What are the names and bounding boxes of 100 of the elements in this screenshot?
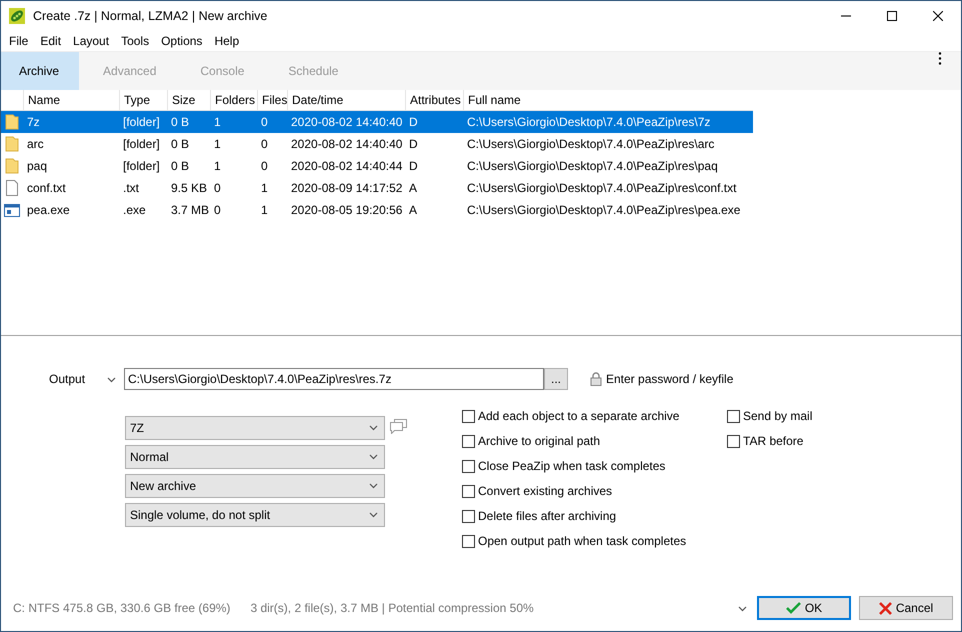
table-cell: 0 <box>214 203 221 217</box>
file-row[interactable]: arc [folder] 0 B 1 0 2020-08-02 14:40:40 D C:\Users\Giorgio\Desktop\7.4.0\PeaZip\res\arc <box>1 133 753 155</box>
password-link[interactable]: Enter password / keyfile <box>590 372 734 386</box>
option-label: Close PeaZip when task completes <box>478 459 666 473</box>
table-cell: .txt <box>123 181 140 195</box>
table-cell: 1 <box>214 137 221 151</box>
table-cell: 1 <box>261 181 268 195</box>
table-cell: 0 B <box>171 115 190 129</box>
selection-summary: 3 dir(s), 2 file(s), 3.7 MB | Potential compression 50% <box>250 601 534 615</box>
dropdown[interactable]: 7Z <box>125 416 385 440</box>
table-cell: 0 B <box>171 159 190 173</box>
table-cell: 2020-08-09 14:17:52 <box>291 181 402 195</box>
chevron-icon <box>107 377 116 383</box>
menu-item[interactable]: Help <box>208 34 246 48</box>
output-label: Output <box>49 372 86 386</box>
file-row[interactable]: conf.txt .txt 9.5 KB 0 1 2020-08-09 14:17:52 A C:\Users\Giorgio\Desktop\7.4.0\PeaZip\res\conf.txt <box>1 177 753 199</box>
menu-item[interactable]: Edit <box>34 34 68 48</box>
table-cell: D <box>409 159 418 173</box>
column-header[interactable]: Type <box>119 90 167 110</box>
table-cell: A <box>409 203 418 217</box>
cancel-button[interactable]: Cancel <box>859 596 953 620</box>
checkbox[interactable] <box>462 410 475 422</box>
output-path-field[interactable]: C:\Users\Giorgio\Desktop\7.4.0\PeaZip\res\res.7z <box>124 368 544 390</box>
option-label: Convert existing archives <box>478 484 612 498</box>
menu-item[interactable]: Options <box>155 34 208 48</box>
table-cell: 0 <box>261 159 268 173</box>
checkbox[interactable] <box>462 510 475 522</box>
dropdown[interactable]: Normal <box>125 445 385 469</box>
app-logo-icon <box>9 8 25 24</box>
table-cell: D <box>409 137 418 151</box>
dropdown[interactable]: Single volume, do not split <box>125 503 385 527</box>
lock-icon <box>590 372 602 386</box>
option-label: Open output path when task completes <box>478 534 686 548</box>
file-row[interactable]: pea.exe .exe 3.7 MB 0 1 2020-08-05 19:20:56 A C:\Users\Giorgio\Desktop\7.4.0\PeaZip\res\pea.exe <box>1 199 753 221</box>
ok-button[interactable]: OK <box>757 596 851 620</box>
column-header[interactable]: Files <box>257 90 287 110</box>
checkbox[interactable] <box>462 484 475 498</box>
table-cell: 2020-08-02 14:40:44 <box>291 159 402 173</box>
checkmark-icon <box>786 602 801 614</box>
table-cell: C:\Users\Giorgio\Desktop\7.4.0\PeaZip\res\arc <box>467 137 714 151</box>
checkbox[interactable] <box>727 410 740 422</box>
menu-item[interactable]: File <box>3 34 34 48</box>
table-cell: 2020-08-02 14:40:40 <box>291 115 402 129</box>
checkbox[interactable] <box>727 434 740 448</box>
checkbox[interactable] <box>462 460 475 472</box>
table-cell: 3.7 MB <box>171 203 210 217</box>
option-label: Send by mail <box>743 409 812 423</box>
program-icon <box>4 204 20 216</box>
table-cell: 0 <box>214 181 221 195</box>
window-title: Create .7z | Normal, LZMA2 | New archive <box>33 9 268 23</box>
table-cell: 2020-08-02 14:40:40 <box>291 137 402 151</box>
close-icon <box>933 11 943 21</box>
table-cell: conf.txt <box>27 181 66 195</box>
tab[interactable]: Archive <box>1 52 80 90</box>
table-cell: pea.exe <box>27 203 70 217</box>
cross-icon <box>878 602 892 614</box>
table-cell: arc <box>27 137 44 151</box>
table-cell: 7z <box>27 115 40 129</box>
folder-icon <box>5 158 19 174</box>
table-cell: 1 <box>214 115 221 129</box>
chevron-icon <box>369 483 378 489</box>
option-label: Archive to original path <box>478 434 600 448</box>
table-cell: [folder] <box>123 137 160 151</box>
column-header[interactable]: Folders <box>210 90 257 110</box>
file-row[interactable]: 7z [folder] 0 B 1 0 2020-08-02 14:40:40 D C:\Users\Giorgio\Desktop\7.4.0\PeaZip\res\7z <box>1 111 753 133</box>
column-header[interactable]: Attributes <box>405 90 463 110</box>
option-label: Add each object to a separate archive <box>478 409 680 423</box>
comments-icon[interactable] <box>390 419 407 434</box>
maximize-icon <box>887 11 897 21</box>
dropdown[interactable]: New archive <box>125 474 385 498</box>
column-header[interactable]: Size <box>167 90 210 110</box>
table-cell: [folder] <box>123 115 160 129</box>
table-cell: 1 <box>214 159 221 173</box>
table-cell: .exe <box>123 203 146 217</box>
table-cell: D <box>409 115 418 129</box>
table-cell: 1 <box>261 203 268 217</box>
column-header[interactable]: Full name <box>463 90 753 110</box>
chevron-icon <box>369 454 378 460</box>
column-header[interactable]: Name <box>23 90 119 110</box>
table-cell: C:\Users\Giorgio\Desktop\7.4.0\PeaZip\res\pea.exe <box>467 203 740 217</box>
chevron-icon <box>369 512 378 518</box>
file-row[interactable]: paq [folder] 0 B 1 0 2020-08-02 14:40:44 D C:\Users\Giorgio\Desktop\7.4.0\PeaZip\res\paq <box>1 155 753 177</box>
browse-button[interactable]: ... <box>544 368 568 390</box>
document-icon <box>6 180 18 196</box>
table-cell: C:\Users\Giorgio\Desktop\7.4.0\PeaZip\res\paq <box>467 159 718 173</box>
folder-icon <box>5 136 19 152</box>
option-label: Delete files after archiving <box>478 509 616 523</box>
table-cell: paq <box>27 159 48 173</box>
column-header[interactable]: Date/time <box>287 90 405 110</box>
checkbox[interactable] <box>462 534 475 548</box>
table-cell: A <box>409 181 418 195</box>
menu-item[interactable]: Tools <box>115 34 156 48</box>
table-cell: C:\Users\Giorgio\Desktop\7.4.0\PeaZip\res\7z <box>467 115 710 129</box>
table-cell: 9.5 KB <box>171 181 208 195</box>
checkbox[interactable] <box>462 434 475 448</box>
chevron-icon <box>369 425 378 431</box>
table-cell: 0 <box>261 137 268 151</box>
table-cell: C:\Users\Giorgio\Desktop\7.4.0\PeaZip\res\conf.txt <box>467 181 736 195</box>
table-cell: [folder] <box>123 159 160 173</box>
menu-item[interactable]: Layout <box>67 34 116 48</box>
